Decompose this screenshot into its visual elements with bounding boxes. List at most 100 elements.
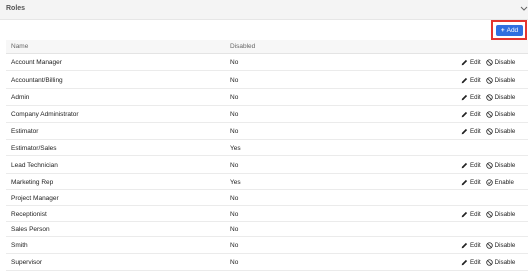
action-label: Edit xyxy=(470,210,481,218)
row-actions: Edit Disable xyxy=(461,59,515,66)
disable-role-button[interactable]: Disable xyxy=(485,241,516,249)
row-actions: Edit Disable xyxy=(461,111,515,118)
edit-role-button[interactable]: Edit xyxy=(461,211,481,218)
role-disabled-value: No xyxy=(230,211,239,218)
table-row: Project Manager No xyxy=(6,190,528,206)
edit-role-button[interactable]: Edit xyxy=(461,162,481,169)
action-label: Edit xyxy=(470,93,481,101)
enable-role-button[interactable]: Enable xyxy=(485,178,514,186)
pencil-icon xyxy=(461,94,468,101)
action-label: Disable xyxy=(494,258,516,266)
action-label: Disable xyxy=(494,161,516,169)
role-disabled-value: Yes xyxy=(230,145,241,152)
disable-role-button[interactable]: Disable xyxy=(485,93,516,101)
ban-icon xyxy=(485,161,493,169)
action-label: Edit xyxy=(470,110,481,118)
table-row: Estimator/Sales Yes xyxy=(6,140,528,156)
role-name: Supervisor xyxy=(11,259,43,266)
table-header: Name Disabled xyxy=(6,40,528,54)
role-disabled-value: No xyxy=(230,226,239,233)
disable-role-button[interactable]: Disable xyxy=(485,258,516,266)
edit-role-button[interactable]: Edit xyxy=(461,111,481,118)
edit-role-button[interactable]: Edit xyxy=(461,59,481,66)
role-name: Admin xyxy=(11,94,30,101)
action-label: Edit xyxy=(470,258,481,266)
edit-role-button[interactable]: Edit xyxy=(461,94,481,101)
action-label: Disable xyxy=(494,93,516,101)
pencil-icon xyxy=(461,179,468,186)
role-name: Estimator/Sales xyxy=(11,145,57,152)
chevron-down-icon[interactable] xyxy=(520,4,528,14)
action-label: Edit xyxy=(470,76,481,84)
pencil-icon xyxy=(461,242,468,249)
row-actions: Edit Disable xyxy=(461,211,515,218)
table-row: Estimator No Edit Disable xyxy=(6,123,528,140)
role-disabled-value: No xyxy=(230,59,239,66)
action-label: Disable xyxy=(494,127,516,135)
roles-panel-header[interactable]: Roles xyxy=(0,0,528,20)
action-label: Edit xyxy=(470,178,481,186)
column-header-name: Name xyxy=(11,43,29,50)
ban-icon xyxy=(485,76,493,84)
edit-role-button[interactable]: Edit xyxy=(461,179,481,186)
action-label: Edit xyxy=(470,127,481,135)
ban-icon xyxy=(485,93,493,101)
role-name: Estimator xyxy=(11,128,39,135)
disable-role-button[interactable]: Disable xyxy=(485,127,516,135)
disable-role-button[interactable]: Disable xyxy=(485,110,516,118)
role-name: Project Manager xyxy=(11,195,59,202)
disable-role-button[interactable]: Disable xyxy=(485,76,515,84)
role-name: Company Administrator xyxy=(11,111,79,118)
disable-role-button[interactable]: Disable xyxy=(485,210,516,218)
table-row: Lead Technician No Edit Disable xyxy=(6,156,528,174)
action-label: Edit xyxy=(470,241,481,249)
table-row: Account Manager No Edit Disable xyxy=(6,54,528,71)
add-role-button[interactable]: + Add xyxy=(496,25,523,36)
column-header-disabled: Disabled xyxy=(230,43,256,50)
table-row: Accountant/Billing No Edit Disable xyxy=(6,71,528,89)
table-row: Supervisor No Edit Disable xyxy=(6,254,528,271)
pencil-icon xyxy=(461,77,468,84)
role-name: Marketing Rep xyxy=(11,179,54,186)
pencil-icon xyxy=(461,111,468,118)
add-button-highlight: + Add xyxy=(491,20,527,40)
action-label: Disable xyxy=(494,210,516,218)
role-disabled-value: No xyxy=(230,195,239,202)
ban-icon xyxy=(485,58,493,66)
role-disabled-value: No xyxy=(230,77,239,84)
action-label: Disable xyxy=(494,58,516,66)
table-row: Marketing Rep Yes Edit Enable xyxy=(6,174,528,190)
action-label: Enable xyxy=(494,178,514,186)
disable-role-button[interactable]: Disable xyxy=(485,58,516,66)
role-disabled-value: No xyxy=(230,111,239,118)
row-actions: Edit Disable xyxy=(461,94,515,101)
role-name: Accountant/Billing xyxy=(11,77,63,84)
role-disabled-value: No xyxy=(230,259,239,266)
edit-role-button[interactable]: Edit xyxy=(461,128,481,135)
role-disabled-value: Yes xyxy=(230,179,241,186)
role-name: Receptionist xyxy=(11,211,47,218)
disable-role-button[interactable]: Disable xyxy=(485,161,516,169)
table-row: Admin No Edit Disable xyxy=(6,89,528,106)
row-actions: Edit Disable xyxy=(461,77,515,84)
plus-icon: + xyxy=(500,27,505,34)
row-actions: Edit Enable xyxy=(461,179,514,186)
add-button-label: Add xyxy=(506,27,519,34)
table-row: Company Administrator No Edit Disable xyxy=(6,106,528,123)
role-name: Sales Person xyxy=(11,226,50,233)
role-disabled-value: No xyxy=(230,162,239,169)
ban-icon xyxy=(485,210,493,218)
pencil-icon xyxy=(461,259,468,266)
row-actions: Edit Disable xyxy=(461,242,515,249)
edit-role-button[interactable]: Edit xyxy=(461,242,481,249)
table-row: Receptionist No Edit Disable xyxy=(6,206,528,222)
pencil-icon xyxy=(461,211,468,218)
action-label: Disable xyxy=(494,241,516,249)
ban-icon xyxy=(485,110,493,118)
roles-table: Name Disabled Account Manager No Edit Disab… xyxy=(6,40,528,272)
edit-role-button[interactable]: Edit xyxy=(461,77,481,84)
table-row: Smith No Edit Disable xyxy=(6,237,528,254)
action-label: Disable xyxy=(494,110,516,118)
role-disabled-value: No xyxy=(230,128,239,135)
edit-role-button[interactable]: Edit xyxy=(461,259,481,266)
